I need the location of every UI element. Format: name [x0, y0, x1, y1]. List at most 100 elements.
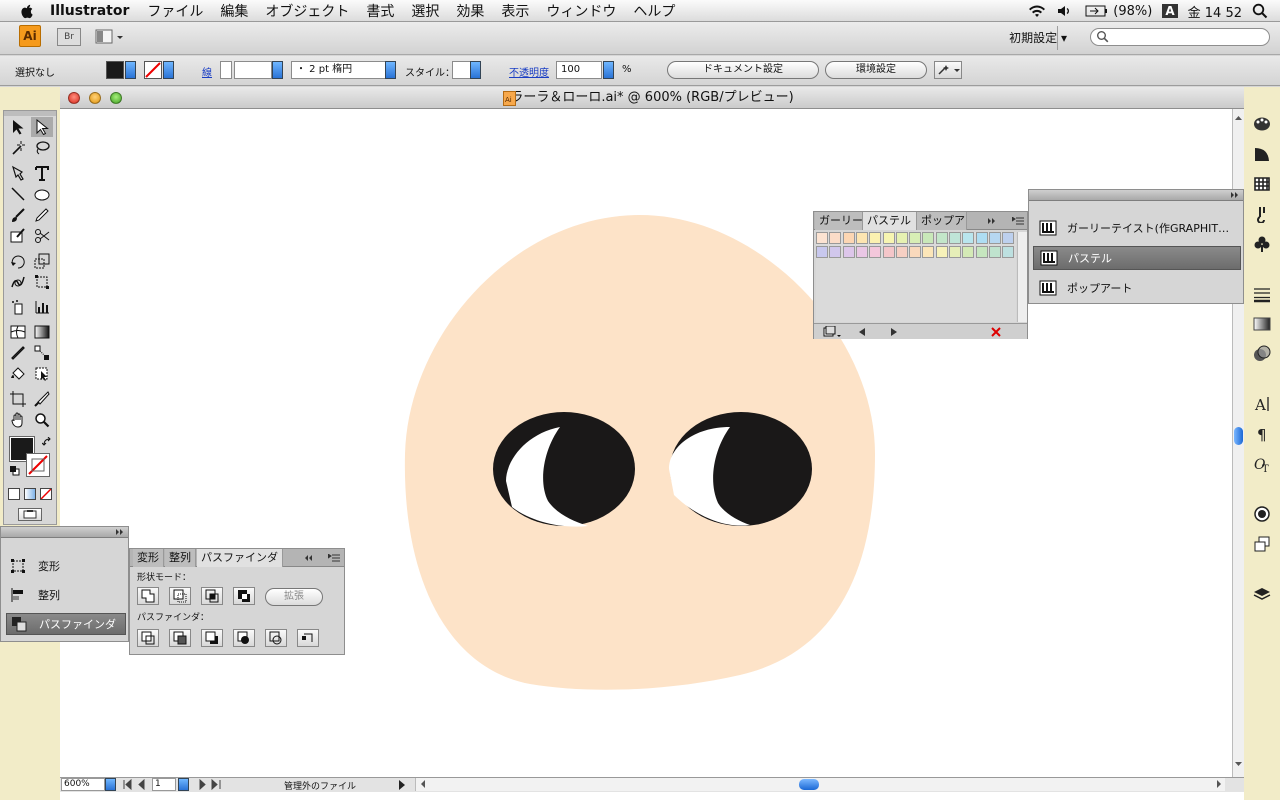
screen-mode-button[interactable]	[18, 508, 42, 521]
rotate-tool[interactable]	[7, 251, 29, 271]
swatch-scrollbar[interactable]	[1017, 232, 1027, 322]
zoom-level-field[interactable]: 600%	[61, 778, 105, 791]
menu-view[interactable]: 表示	[501, 1, 529, 21]
brush-dropdown-arrow[interactable]	[385, 61, 396, 79]
opacity-dropdown-arrow[interactable]	[603, 61, 614, 79]
status-menu-arrow-icon[interactable]	[398, 779, 406, 791]
color-swatch[interactable]	[949, 246, 961, 258]
scroll-left-arrow-icon[interactable]	[418, 778, 428, 790]
paragraph-panel-icon[interactable]: ¶	[1253, 425, 1271, 443]
color-palette-icon[interactable]	[1253, 115, 1271, 133]
scale-tool[interactable]	[31, 251, 53, 271]
symbol-sprayer-tool[interactable]	[7, 297, 29, 317]
toolbox-header[interactable]	[4, 111, 56, 116]
input-method-icon[interactable]: A	[1162, 4, 1178, 18]
color-swatch[interactable]	[842, 246, 855, 258]
color-swatch[interactable]	[829, 232, 842, 244]
line-segment-tool[interactable]	[7, 184, 29, 204]
zoom-window-button[interactable]	[110, 92, 122, 104]
blob-brush-tool[interactable]	[7, 226, 29, 246]
brush-definition-select[interactable]: ・ 2 pt 楕円	[291, 61, 387, 79]
fill-color-swatch[interactable]	[106, 61, 124, 79]
magic-wand-tool[interactable]	[7, 138, 29, 158]
workspace-switcher[interactable]: 初期設定 ▾	[1009, 29, 1067, 46]
color-swatch[interactable]	[869, 232, 882, 244]
menu-edit[interactable]: 編集	[220, 1, 248, 21]
free-transform-tool[interactable]	[31, 272, 53, 292]
swap-fill-stroke-icon[interactable]	[42, 437, 52, 447]
style-dropdown-arrow[interactable]	[470, 61, 481, 79]
color-swatch[interactable]	[895, 246, 908, 258]
warp-tool[interactable]	[7, 272, 29, 292]
color-swatch[interactable]	[869, 246, 882, 258]
trim-button[interactable]	[169, 629, 191, 647]
hand-tool[interactable]	[7, 410, 29, 430]
color-swatch[interactable]	[829, 246, 842, 258]
pencil-tool[interactable]	[31, 205, 53, 225]
menu-file[interactable]: ファイル	[147, 1, 203, 21]
document-title-bar[interactable]: Ai ラーラ＆ローロ.ai* @ 600% (RGB/プレビュー)	[60, 87, 1244, 109]
crop-button[interactable]	[233, 629, 255, 647]
stroke-weight-dropdown[interactable]	[272, 61, 283, 79]
scissors-tool[interactable]	[31, 226, 53, 246]
panel-expand-icon[interactable]	[115, 528, 125, 536]
color-swatch[interactable]	[935, 246, 948, 258]
library-item-girly[interactable]: ガーリーテイスト(作GRAPHIT…	[1033, 216, 1241, 240]
horizontal-scroll-thumb[interactable]	[799, 779, 819, 790]
swatches-icon[interactable]	[1253, 175, 1271, 193]
color-swatch[interactable]	[922, 246, 935, 258]
spotlight-search-icon[interactable]	[1252, 3, 1268, 19]
symbols-icon[interactable]	[1253, 235, 1271, 253]
color-swatch[interactable]	[1002, 232, 1015, 244]
opentype-panel-icon[interactable]: OT	[1253, 455, 1271, 473]
divide-button[interactable]	[137, 629, 159, 647]
color-swatch[interactable]	[855, 246, 868, 258]
opacity-input[interactable]: 100	[556, 61, 602, 79]
library-item-pop-art[interactable]: ポップアート	[1033, 276, 1241, 300]
color-mode-button[interactable]	[8, 488, 20, 500]
menu-window[interactable]: ウィンドウ	[546, 1, 616, 21]
color-swatch[interactable]	[988, 232, 1001, 244]
library-panel-header[interactable]	[1029, 190, 1243, 201]
swatch-libraries-menu-icon[interactable]	[822, 326, 842, 338]
tab-transform[interactable]: 変形	[133, 549, 164, 567]
color-swatch[interactable]	[922, 232, 935, 244]
color-swatch[interactable]	[962, 246, 975, 258]
graphic-styles-icon[interactable]	[1253, 535, 1271, 553]
artboard-nav-last-icon[interactable]	[196, 778, 230, 791]
help-search-input[interactable]	[1090, 28, 1270, 46]
zoom-dropdown[interactable]	[105, 778, 116, 791]
menu-object[interactable]: オブジェクト	[265, 1, 349, 21]
paintbrush-tool[interactable]	[7, 205, 29, 225]
library-item-pastel[interactable]: パステル	[1033, 246, 1241, 270]
merge-button[interactable]	[201, 629, 223, 647]
color-swatch[interactable]	[909, 246, 922, 258]
transform-panel-item[interactable]: 変形	[6, 555, 126, 577]
tab-girly[interactable]: ガーリー	[815, 212, 863, 230]
minus-front-button[interactable]	[169, 587, 191, 605]
live-paint-bucket-tool[interactable]	[7, 364, 29, 384]
menu-effect[interactable]: 効果	[456, 1, 484, 21]
tab-pathfinder[interactable]: パスファインダ	[197, 549, 283, 567]
minus-back-button[interactable]	[297, 629, 319, 647]
live-paint-selection-tool[interactable]	[31, 364, 53, 384]
artboard-dropdown[interactable]	[178, 778, 189, 791]
document-settings-button[interactable]: ドキュメント設定	[667, 61, 819, 79]
color-swatch[interactable]	[988, 246, 1001, 258]
ellipse-tool[interactable]	[31, 184, 53, 204]
minimize-window-button[interactable]	[89, 92, 101, 104]
align-panel-item[interactable]: 整列	[6, 584, 126, 606]
fill-dropdown-arrow[interactable]	[125, 61, 136, 79]
arrange-documents-button[interactable]	[95, 28, 125, 46]
volume-icon[interactable]	[1057, 4, 1073, 18]
menu-type[interactable]: 書式	[366, 1, 394, 21]
color-swatch[interactable]	[975, 232, 988, 244]
color-guide-icon[interactable]	[1253, 145, 1271, 163]
crop-area-tool[interactable]	[7, 389, 29, 409]
color-swatch[interactable]	[949, 232, 961, 244]
gradient-mode-button[interactable]	[24, 488, 36, 500]
select-similar-button[interactable]	[934, 61, 962, 79]
direct-selection-tool[interactable]	[31, 117, 53, 137]
apple-icon[interactable]	[18, 2, 36, 20]
default-fill-stroke-icon[interactable]	[10, 466, 20, 476]
